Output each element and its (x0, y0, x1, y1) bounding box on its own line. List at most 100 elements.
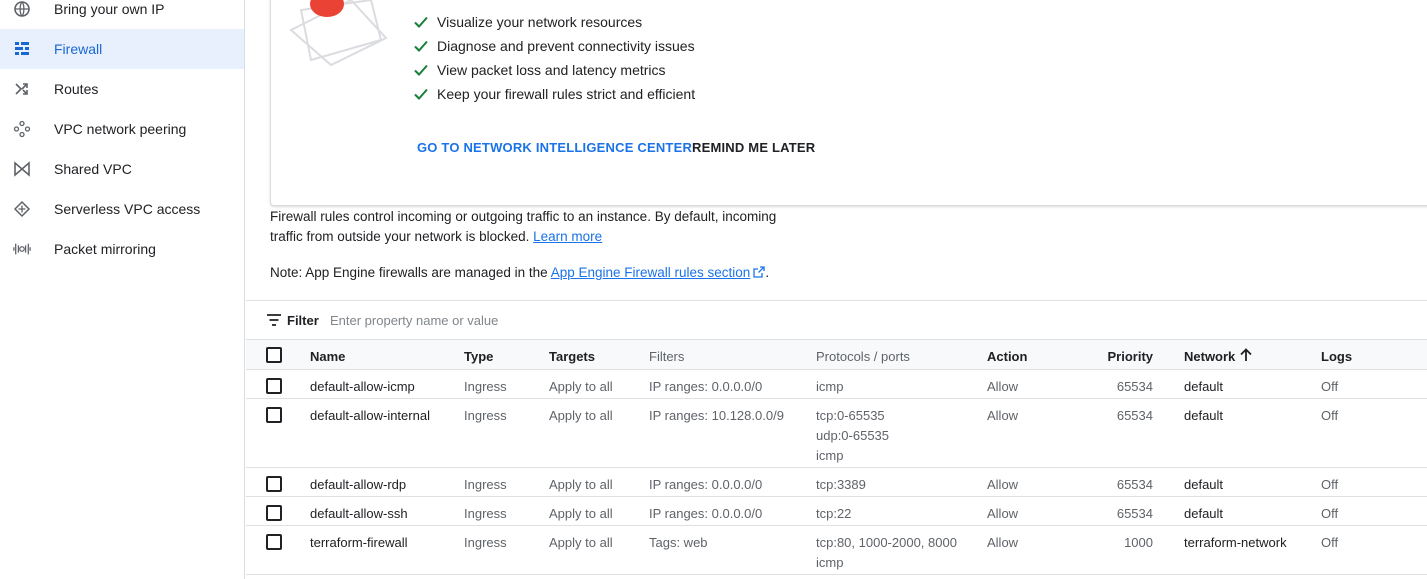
table-row: default-allow-ssh Ingress Apply to all I… (246, 497, 1427, 526)
sidebar-item-label: VPC network peering (54, 121, 187, 137)
rule-logs: Off (1321, 477, 1339, 492)
sidebar-item-routes[interactable]: Routes (0, 69, 244, 109)
benefit-item: Visualize your network resources (413, 12, 642, 32)
select-all-checkbox[interactable] (266, 347, 282, 363)
sidebar-item-serverless-vpc-access[interactable]: Serverless VPC access (0, 189, 244, 229)
learn-more-link[interactable]: Learn more (533, 229, 602, 244)
rule-name[interactable]: default-allow-rdp (310, 475, 406, 495)
row-checkbox[interactable] (266, 378, 282, 394)
column-header-protocols: Protocols / ports (816, 349, 910, 364)
packet-mirroring-icon (13, 240, 31, 258)
rule-targets: Apply to all (549, 506, 613, 521)
sidebar-item-vpc-network-peering[interactable]: VPC network peering (0, 109, 244, 149)
filter-input[interactable] (328, 307, 728, 334)
sidebar-item-shared-vpc[interactable]: Shared VPC (0, 149, 244, 189)
column-header-priority[interactable]: Priority (1098, 347, 1153, 367)
rule-action: Allow (987, 408, 1019, 423)
rule-targets: Apply to all (549, 477, 613, 492)
rule-targets: Apply to all (549, 379, 613, 394)
description-line-1: Firewall rules control incoming or outgo… (270, 209, 777, 224)
benefit-text: Diagnose and prevent connectivity issues (437, 38, 695, 54)
remind-me-later-button[interactable]: REMIND ME LATER (692, 140, 815, 155)
benefit-text: Keep your firewall rules strict and effi… (437, 86, 696, 102)
rule-filters: IP ranges: 0.0.0.0/0 (649, 506, 763, 521)
row-checkbox[interactable] (266, 407, 282, 423)
rule-priority: 65534 (1116, 506, 1153, 521)
table-row: default-allow-internal Ingress Apply to … (246, 399, 1427, 468)
check-icon (414, 64, 428, 76)
sidebar-item-label: Firewall (54, 41, 103, 57)
external-link-icon (753, 266, 765, 278)
sidebar-item-label: Shared VPC (54, 161, 132, 177)
rule-network[interactable]: default (1184, 377, 1223, 397)
sidebar-item-label: Bring your own IP (54, 1, 165, 17)
rule-filters: IP ranges: 0.0.0.0/0 (649, 379, 763, 394)
description-line-2: traffic from outside your network is blo… (270, 229, 530, 244)
rule-protocols: tcp:0-65535 udp:0-65535 icmp (816, 408, 890, 463)
rule-logs: Off (1321, 408, 1339, 423)
network-illustration-icon (289, 0, 388, 67)
rule-targets: Apply to all (549, 535, 613, 550)
row-checkbox[interactable] (266, 534, 282, 550)
column-header-name[interactable]: Name (310, 347, 345, 367)
rule-name[interactable]: default-allow-ssh (310, 504, 408, 524)
table-row: default-allow-icmp Ingress Apply to all … (246, 370, 1427, 399)
rule-logs: Off (1321, 535, 1339, 550)
rule-network[interactable]: default (1184, 406, 1223, 426)
sidebar-item-packet-mirroring[interactable]: Packet mirroring (0, 229, 244, 269)
globe-icon (13, 0, 31, 18)
filter-label: Filter (287, 313, 319, 328)
rule-priority: 65534 (1116, 379, 1153, 394)
check-icon (414, 16, 428, 28)
serverless-icon (13, 200, 31, 218)
rule-action: Allow (987, 477, 1019, 492)
rule-network[interactable]: default (1184, 475, 1223, 495)
app-engine-firewall-rules-link[interactable]: App Engine Firewall rules section (551, 265, 751, 280)
firewall-icon (13, 40, 31, 58)
note-suffix: . (765, 265, 770, 280)
note-text: Note: App Engine firewalls are managed i… (270, 265, 548, 280)
sort-ascending-icon[interactable] (1239, 348, 1253, 362)
row-checkbox[interactable] (266, 476, 282, 492)
rule-protocols: tcp:22 (816, 506, 852, 521)
sidebar-item-label: Packet mirroring (54, 241, 156, 257)
rule-type: Ingress (464, 477, 507, 492)
shared-vpc-icon (13, 160, 31, 178)
rule-name[interactable]: default-allow-icmp (310, 377, 415, 397)
rule-protocols: tcp:3389 (816, 477, 866, 492)
rule-logs: Off (1321, 506, 1339, 521)
benefit-item: View packet loss and latency metrics (413, 60, 666, 80)
sidebar-item-bring-your-own-ip[interactable]: Bring your own IP (0, 0, 244, 29)
rule-protocols: tcp:80, 1000-2000, 8000 icmp (816, 535, 957, 570)
check-icon (414, 40, 428, 52)
go-to-network-intelligence-center-button[interactable]: GO TO NETWORK INTELLIGENCE CENTER (417, 140, 692, 155)
benefit-item: Keep your firewall rules strict and effi… (413, 84, 695, 104)
table-row: terraform-firewall Ingress Apply to all … (246, 526, 1427, 575)
column-header-action[interactable]: Action (987, 347, 1027, 367)
column-header-type[interactable]: Type (464, 347, 493, 367)
table-row: default-allow-rdp Ingress Apply to all I… (246, 468, 1427, 497)
network-intelligence-promo-card: Visualize your network resources Diagnos… (270, 0, 1427, 206)
rule-network[interactable]: terraform-network (1184, 533, 1287, 553)
column-header-network[interactable]: Network (1184, 347, 1235, 367)
rule-type: Ingress (464, 379, 507, 394)
rule-type: Ingress (464, 535, 507, 550)
rule-filters: IP ranges: 10.128.0.0/9 (649, 408, 784, 423)
rule-targets: Apply to all (549, 408, 613, 423)
rule-name[interactable]: terraform-firewall (310, 533, 408, 553)
row-checkbox[interactable] (266, 505, 282, 521)
app-engine-note: Note: App Engine firewalls are managed i… (270, 263, 769, 283)
sidebar-item-firewall[interactable]: Firewall (0, 29, 244, 69)
column-header-targets[interactable]: Targets (549, 347, 595, 367)
filter-icon[interactable] (266, 313, 282, 327)
sidebar-item-label: Routes (54, 81, 99, 97)
benefit-text: View packet loss and latency metrics (437, 62, 666, 78)
column-header-logs[interactable]: Logs (1321, 347, 1352, 367)
check-icon (414, 88, 428, 100)
rule-type: Ingress (464, 506, 507, 521)
rule-action: Allow (987, 379, 1019, 394)
sidebar-nav: Bring your own IP Firewall Routes VPC ne… (0, 0, 245, 579)
rule-network[interactable]: default (1184, 504, 1223, 524)
rule-name[interactable]: default-allow-internal (310, 406, 430, 426)
rule-action: Allow (987, 506, 1019, 521)
